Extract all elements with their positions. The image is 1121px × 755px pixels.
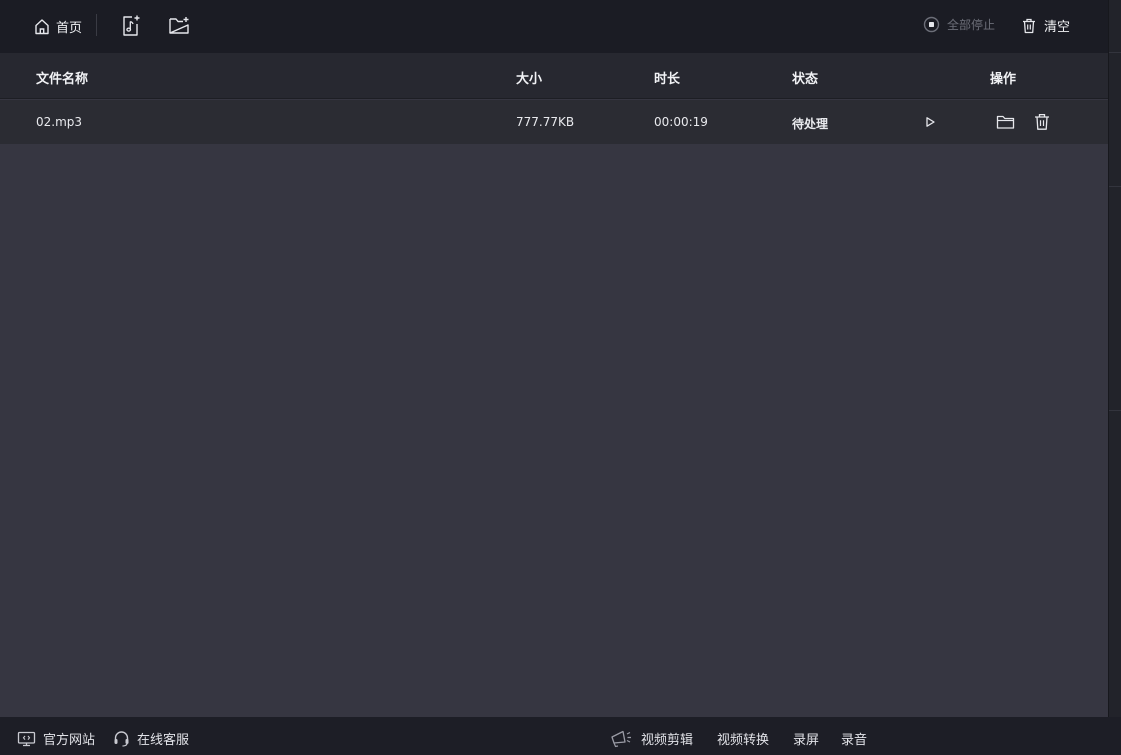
add-folder-icon: [169, 17, 189, 34]
video-convert-link[interactable]: 视频转换: [717, 729, 769, 748]
delete-row-button[interactable]: [1033, 112, 1051, 132]
trash-icon: [1023, 18, 1035, 33]
audio-record-label: 录音: [841, 733, 868, 748]
cell-duration: 00:00:19: [654, 115, 708, 129]
play-icon: [926, 117, 935, 127]
online-service-link[interactable]: 在线客服: [113, 729, 189, 748]
headset-icon: [114, 731, 129, 747]
monitor-icon: [17, 731, 36, 746]
scrollbar-divider: [1109, 186, 1121, 187]
promo-megaphone: [609, 728, 633, 752]
scrollbar-divider: [1109, 410, 1121, 411]
stop-all-label: 全部停止: [947, 18, 996, 32]
header-size: 大小: [516, 72, 543, 87]
megaphone-icon: [611, 730, 631, 748]
footer-bar: 官方网站 在线客服 视频剪辑 视频转换 录屏 录音: [0, 717, 1121, 755]
top-toolbar: 首页 全部停止 清空: [0, 0, 1108, 53]
toolbar-divider: [96, 14, 97, 36]
table-row[interactable]: 02.mp3 777.77KB 00:00:19 待处理: [0, 100, 1108, 144]
video-convert-label: 视频转换: [717, 733, 770, 748]
header-file-name: 文件名称: [36, 72, 89, 87]
cell-size: 777.77KB: [516, 115, 575, 129]
header-actions: 操作: [990, 72, 1017, 87]
clear-button[interactable]: 清空: [1022, 16, 1070, 35]
trash-icon: [1035, 113, 1049, 130]
stop-circle-icon: [923, 16, 940, 33]
cell-file-name: 02.mp3: [36, 115, 83, 129]
home-label: 首页: [56, 20, 83, 36]
home-button[interactable]: 首页: [34, 16, 82, 36]
home-icon: [35, 18, 49, 34]
screen-record-link[interactable]: 录屏: [793, 729, 819, 748]
clear-label: 清空: [1044, 20, 1071, 35]
header-status: 状态: [792, 72, 819, 87]
video-edit-link[interactable]: 视频剪辑: [641, 729, 693, 748]
cell-status: 待处理: [792, 117, 829, 131]
header-duration: 时长: [654, 72, 681, 87]
scrollbar-divider: [1109, 52, 1121, 53]
open-folder-button[interactable]: [995, 113, 1015, 131]
add-audio-button[interactable]: [121, 14, 141, 37]
add-folder-button[interactable]: [168, 15, 191, 35]
online-service-label: 在线客服: [137, 733, 190, 748]
stop-all-button[interactable]: 全部停止: [923, 16, 995, 33]
official-site-label: 官方网站: [43, 733, 96, 748]
folder-icon: [996, 115, 1014, 129]
video-edit-label: 视频剪辑: [641, 733, 694, 748]
screen-record-label: 录屏: [793, 733, 820, 748]
add-audio-icon: [123, 15, 140, 36]
vertical-scrollbar[interactable]: [1108, 0, 1121, 717]
official-site-link[interactable]: 官方网站: [17, 729, 95, 748]
table-header: 文件名称 大小 时长 状态 操作: [0, 53, 1108, 99]
audio-record-link[interactable]: 录音: [841, 729, 867, 748]
file-table: 文件名称 大小 时长 状态 操作 02.mp3 777.77KB 00:00:1…: [0, 53, 1108, 717]
play-button[interactable]: [922, 114, 938, 130]
